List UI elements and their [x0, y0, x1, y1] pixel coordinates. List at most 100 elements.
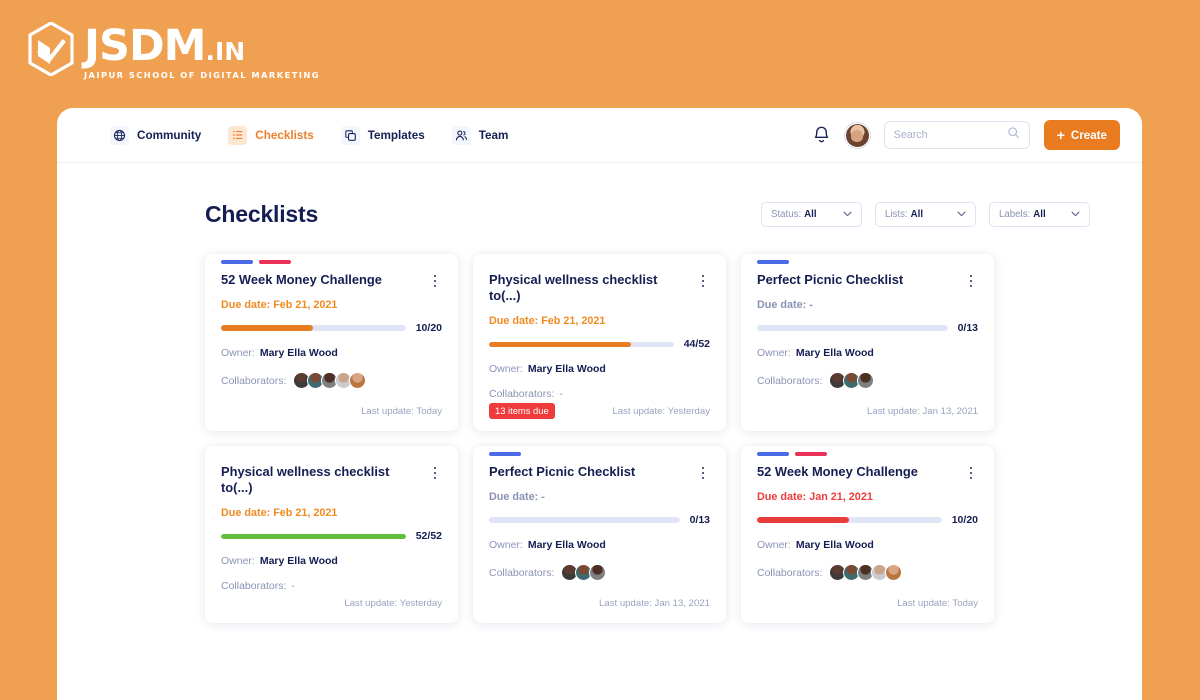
- card-label-bars: [473, 446, 726, 458]
- avatar[interactable]: [349, 372, 367, 390]
- card-menu-button[interactable]: [428, 272, 442, 288]
- last-update: Last update: Yesterday: [612, 405, 710, 417]
- filter-lists[interactable]: Lists: All: [875, 202, 976, 227]
- search-field[interactable]: [893, 129, 1001, 141]
- nav-label-templates: Templates: [367, 128, 425, 142]
- filter-labels-value: All: [1033, 209, 1046, 220]
- card-menu-button[interactable]: [696, 464, 710, 480]
- progress-fill: [489, 341, 632, 347]
- card-body: Perfect Picnic Checklist Due date: - 0/13 O…: [741, 266, 994, 402]
- owner-label: Owner:: [221, 347, 255, 360]
- collaborator-avatars[interactable]: [827, 372, 875, 390]
- last-update: Last update: Jan 13, 2021: [599, 597, 710, 609]
- list-icon: [228, 125, 248, 145]
- last-update: Last update: Today: [897, 597, 978, 609]
- checklist-card[interactable]: 52 Week Money Challenge Due date: Feb 21,…: [205, 254, 458, 431]
- brand-logo: JSDM.IN JAIPUR SCHOOL OF DIGITAL MARKETI…: [28, 22, 320, 80]
- label-bar: [259, 260, 291, 264]
- checklist-card[interactable]: Perfect Picnic Checklist Due date: - 0/13 O…: [741, 254, 994, 431]
- card-label-bars: [473, 254, 726, 266]
- owner-label: Owner:: [757, 347, 791, 360]
- collaborators-label: Collaborators:: [757, 374, 823, 387]
- checklist-card[interactable]: Physical wellness checklist to(...) Due d…: [473, 254, 726, 431]
- card-owner: Owner: Mary Ella Wood: [221, 555, 442, 567]
- avatar[interactable]: [885, 564, 903, 582]
- card-label-bars: [741, 446, 994, 458]
- collaborator-avatars[interactable]: [291, 372, 367, 390]
- label-bar: [757, 452, 789, 456]
- jsdm-hexagon-logo-icon: [28, 22, 74, 76]
- label-bar: [757, 260, 789, 264]
- checklist-card[interactable]: Physical wellness checklist to(...) Due d…: [205, 446, 458, 623]
- owner-value: Mary Ella Wood: [259, 347, 338, 360]
- progress-track: [757, 517, 942, 523]
- progress-count: 10/20: [951, 514, 978, 527]
- card-progress: 10/20: [221, 322, 442, 334]
- filter-labels[interactable]: Labels: All: [989, 202, 1090, 227]
- card-owner: Owner: Mary Ella Wood: [221, 347, 442, 359]
- progress-track: [489, 517, 680, 523]
- card-progress: 0/13: [489, 514, 710, 526]
- progress-track: [757, 325, 948, 331]
- last-update: Last update: Jan 13, 2021: [867, 405, 978, 417]
- app-window: Community Checklists Templates Team Sear…: [57, 108, 1142, 700]
- progress-fill: [221, 325, 314, 331]
- nav-item-team[interactable]: Team: [451, 125, 509, 145]
- last-update: Last update: Today: [361, 405, 442, 417]
- owner-label: Owner:: [221, 555, 255, 568]
- checklist-card[interactable]: 52 Week Money Challenge Due date: Jan 21,…: [741, 446, 994, 623]
- top-navigation-bar: Community Checklists Templates Team Sear…: [57, 108, 1142, 163]
- card-body: Perfect Picnic Checklist Due date: - 0/13 O…: [473, 458, 726, 594]
- card-owner: Owner: Mary Ella Wood: [757, 347, 978, 359]
- search-icon: [1007, 126, 1020, 144]
- filter-lists-label: Lists:: [885, 209, 908, 220]
- card-menu-button[interactable]: [696, 272, 710, 288]
- avatar[interactable]: [857, 372, 875, 390]
- progress-count: 10/20: [415, 322, 442, 335]
- collaborator-avatars[interactable]: [559, 564, 607, 582]
- plus-icon: +: [1056, 127, 1065, 143]
- user-avatar[interactable]: [844, 122, 870, 148]
- search-input[interactable]: [883, 121, 1030, 149]
- filter-status[interactable]: Status: All: [761, 202, 862, 227]
- screen: JSDM.IN JAIPUR SCHOOL OF DIGITAL MARKETI…: [0, 0, 1200, 700]
- collaborator-avatars[interactable]: [827, 564, 903, 582]
- nav-item-community[interactable]: Community: [110, 125, 201, 145]
- owner-label: Owner:: [489, 539, 523, 552]
- card-menu-button[interactable]: [964, 272, 978, 288]
- card-collaborators: Collaborators:: [489, 564, 710, 582]
- nav-links: Community Checklists Templates Team: [110, 125, 509, 145]
- nav-label-checklists: Checklists: [255, 128, 314, 142]
- card-footer: Last update: Today: [205, 402, 458, 420]
- create-button-label: Create: [1070, 128, 1107, 142]
- card-footer: Last update: Yesterday: [205, 594, 458, 612]
- bell-icon[interactable]: [812, 125, 831, 146]
- nav-item-checklists[interactable]: Checklists: [228, 125, 314, 145]
- card-progress: 44/52: [489, 338, 710, 350]
- card-title: 52 Week Money Challenge: [757, 464, 918, 479]
- create-button[interactable]: + Create: [1043, 120, 1120, 150]
- card-title: Physical wellness checklist to(...): [221, 464, 390, 496]
- card-collaborators: Collaborators:: [757, 564, 978, 582]
- page-title: Checklists: [205, 201, 319, 227]
- card-menu-button[interactable]: [964, 464, 978, 480]
- progress-track: [221, 533, 406, 539]
- progress-fill: [221, 533, 406, 539]
- nav-item-templates[interactable]: Templates: [340, 125, 425, 145]
- main-content: Checklists Status: All Lists: All Labels…: [57, 163, 1142, 623]
- filter-lists-value: All: [910, 209, 924, 220]
- owner-value: Mary Ella Wood: [795, 539, 874, 552]
- chevron-down-icon: [957, 209, 966, 220]
- card-collaborators: Collaborators: -: [489, 388, 710, 400]
- items-due-badge: 13 items due: [489, 403, 555, 419]
- card-menu-button[interactable]: [428, 464, 442, 480]
- card-title: Perfect Picnic Checklist: [757, 272, 904, 287]
- card-label-bars: [205, 446, 458, 458]
- nav-label-team: Team: [478, 128, 509, 142]
- owner-label: Owner:: [757, 539, 791, 552]
- avatar[interactable]: [589, 564, 607, 582]
- checklist-card[interactable]: Perfect Picnic Checklist Due date: - 0/13 O…: [473, 446, 726, 623]
- collaborators-value: -: [291, 580, 295, 593]
- card-due-date: Due date: Feb 21, 2021: [221, 507, 338, 520]
- collaborators-value: -: [559, 388, 563, 401]
